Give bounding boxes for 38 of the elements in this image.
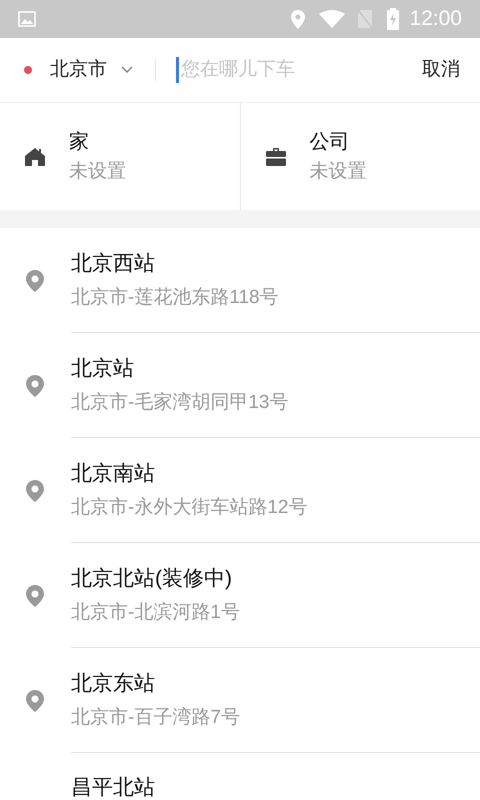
shortcut-title: 公司	[310, 132, 350, 152]
location-icon	[291, 10, 306, 28]
place-address: 北京市-毛家湾胡同甲13号	[71, 393, 290, 412]
shortcut-item[interactable]: 家 未设置	[0, 103, 240, 210]
chevron-down-icon	[121, 66, 133, 74]
place-name: 昌平北站	[71, 776, 155, 799]
location-pin-icon	[26, 480, 44, 502]
place-name: 北京站	[71, 358, 135, 379]
search-field[interactable]: 您在哪儿下车	[181, 56, 381, 84]
wifi-icon	[319, 10, 346, 28]
location-pin-icon	[26, 374, 44, 396]
shortcut-subtitle: 未设置	[69, 162, 126, 181]
place-item[interactable]: 北京站 北京市-毛家湾胡同甲13号	[0, 333, 480, 438]
place-item[interactable]: 北京东站 北京市-百子湾路7号	[0, 648, 480, 753]
briefcase-icon	[266, 148, 286, 166]
shortcut-title: 家	[69, 132, 90, 152]
location-pin-icon	[26, 690, 44, 712]
cancel-button[interactable]: 取消	[422, 56, 460, 84]
image-icon	[18, 11, 36, 27]
place-address: 北京市-莲花池东路118号	[71, 288, 280, 307]
location-pin-icon	[26, 584, 44, 606]
place-item[interactable]: 北京西站 北京市-莲花池东路118号	[0, 228, 480, 333]
location-pin-icon	[26, 270, 44, 292]
place-item[interactable]: 北京南站 北京市-永外大街车站路12号	[0, 438, 480, 543]
city-selector[interactable]: 北京市	[50, 56, 133, 84]
text-cursor	[176, 57, 179, 83]
place-name: 北京北站(装修中)	[71, 568, 233, 589]
place-name: 北京南站	[71, 463, 156, 484]
place-address: 北京市-永外大街车站路12号	[71, 498, 308, 517]
place-name: 北京西站	[71, 253, 156, 274]
shortcut-subtitle: 未设置	[310, 162, 366, 181]
place-name: 北京东站	[71, 673, 156, 694]
place-address: 北京市-北滨河路1号	[71, 603, 241, 622]
home-icon	[25, 148, 45, 166]
place-address: 北京市-百子湾路7号	[71, 708, 241, 727]
place-item[interactable]: 昌平北站	[0, 753, 480, 800]
place-item[interactable]: 北京北站(装修中) 北京市-北滨河路1号	[0, 543, 480, 648]
battery-icon	[387, 8, 400, 30]
